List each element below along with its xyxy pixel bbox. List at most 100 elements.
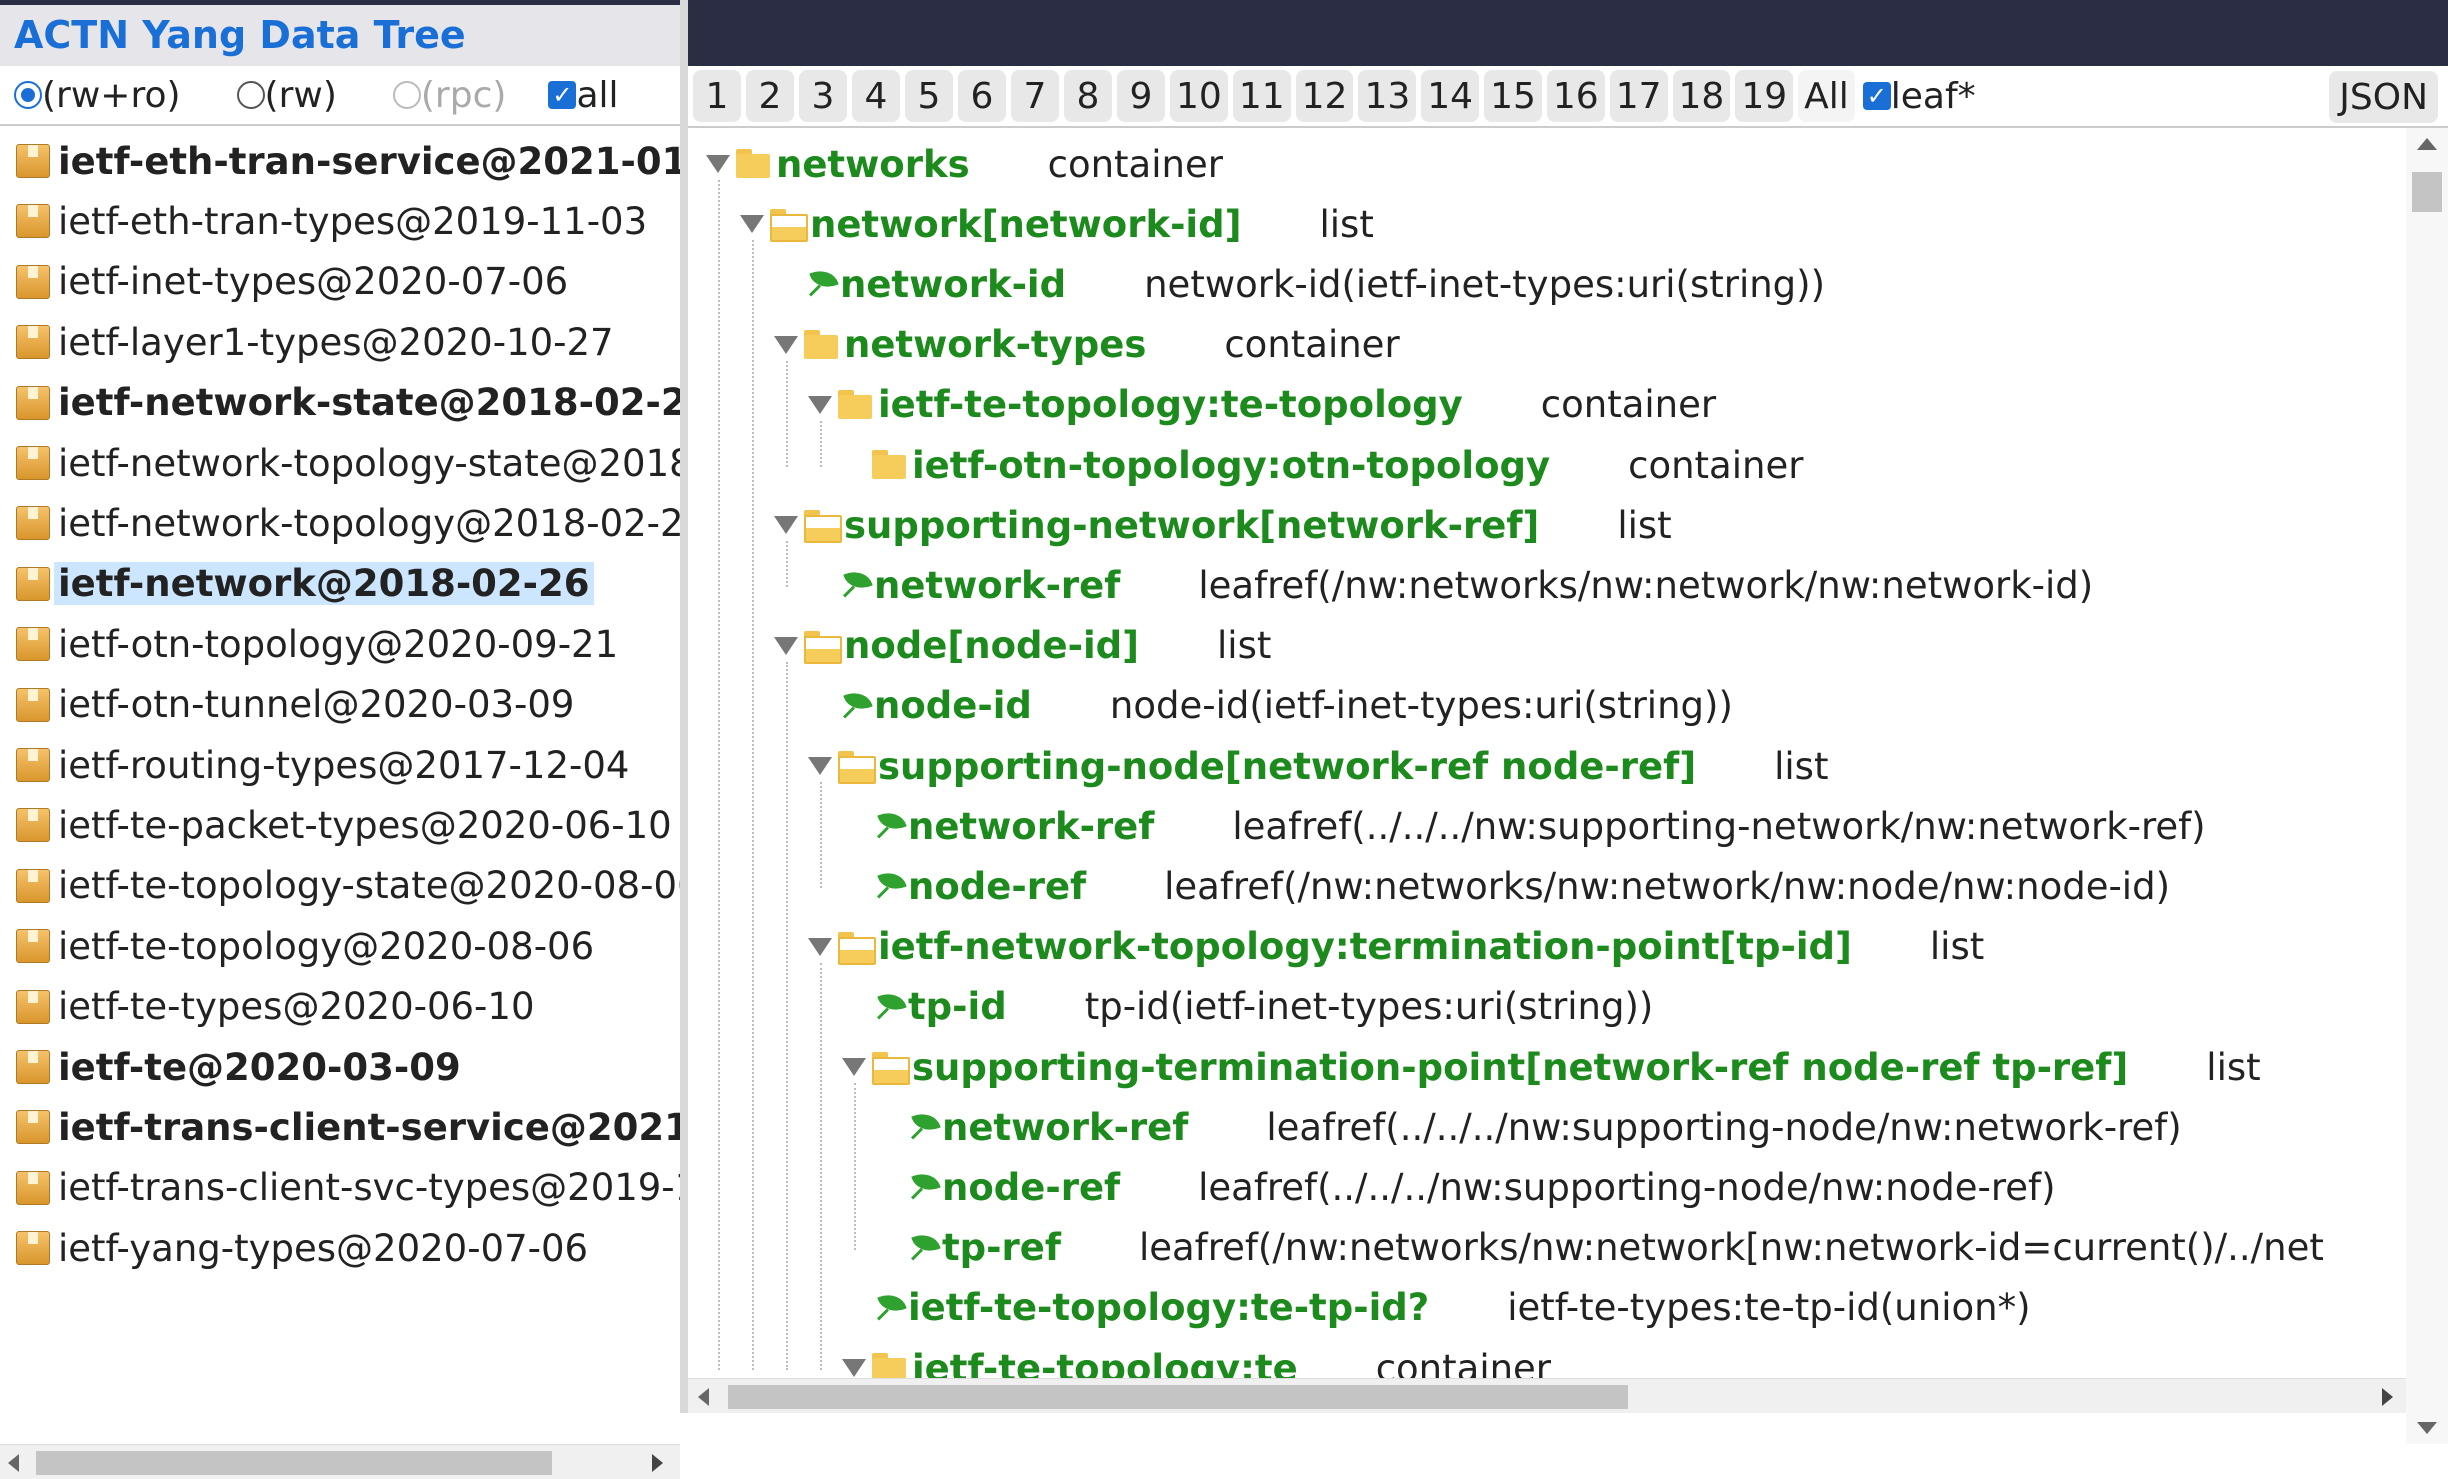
module-item[interactable]: ietf-otn-tunnel@2020-03-09 xyxy=(0,676,680,734)
filter-radio-0[interactable]: (rw+ro) xyxy=(14,75,181,116)
node-type: leafref(/nw:networks/nw:network[nw:netwo… xyxy=(1138,1226,2324,1270)
leaf-filter-checkbox[interactable]: ✓ leaf* xyxy=(1862,76,1976,117)
tree-node[interactable]: ietf-te-topology:te-topology container xyxy=(808,377,1716,433)
scroll-right-arrow-icon[interactable] xyxy=(652,1454,663,1472)
yang-tree: networks container network[network-id] list… xyxy=(688,128,2406,1444)
scroll-up-arrow-icon[interactable] xyxy=(2417,138,2437,150)
scrollbar-thumb[interactable] xyxy=(2412,172,2442,212)
level-button-18[interactable]: 18 xyxy=(1672,70,1731,122)
tree-node[interactable]: networks container xyxy=(706,136,1223,192)
tree-node[interactable]: tp-ref leafref(/nw:networks/nw:network[nw… xyxy=(876,1220,2324,1276)
level-button-15[interactable]: 15 xyxy=(1484,70,1542,122)
expand-triangle-icon[interactable] xyxy=(774,636,798,655)
radio-button[interactable] xyxy=(14,81,42,109)
level-button-13[interactable]: 13 xyxy=(1358,70,1417,122)
radio-button[interactable] xyxy=(236,81,265,109)
checkbox[interactable]: ✓ xyxy=(1862,82,1891,110)
level-button-11[interactable]: 11 xyxy=(1232,70,1291,122)
tree-node[interactable]: network-types container xyxy=(774,317,1400,373)
module-item[interactable]: ietf-layer1-types@2020-10-27 xyxy=(0,313,680,371)
module-item[interactable]: ietf-trans-client-svc-types@2019-11-03 xyxy=(0,1159,680,1217)
package-icon xyxy=(16,627,50,662)
module-item[interactable]: ietf-inet-types@2020-07-06 xyxy=(0,253,680,311)
expand-triangle-icon[interactable] xyxy=(774,516,798,535)
expand-triangle-icon[interactable] xyxy=(706,155,730,173)
level-button-4[interactable]: 4 xyxy=(852,70,900,122)
level-button-all[interactable]: All xyxy=(1798,70,1855,122)
tree-node[interactable]: ietf-te-topology:te-tp-id? ietf-te-types:… xyxy=(842,1280,2031,1336)
tree-horizontal-scrollbar[interactable] xyxy=(688,1378,2406,1413)
level-button-19[interactable]: 19 xyxy=(1735,70,1794,122)
tree-vertical-scrollbar[interactable] xyxy=(2406,128,2448,1444)
level-button-6[interactable]: 6 xyxy=(958,70,1006,122)
level-button-7[interactable]: 7 xyxy=(1011,70,1059,122)
level-button-12[interactable]: 12 xyxy=(1295,70,1354,122)
module-item[interactable]: ietf-otn-topology@2020-09-21 xyxy=(0,615,680,673)
level-button-1[interactable]: 1 xyxy=(693,70,741,122)
tree-node[interactable]: supporting-network[network-ref] list xyxy=(774,497,1672,553)
scroll-left-arrow-icon[interactable] xyxy=(8,1454,19,1472)
module-item[interactable]: ietf-te-packet-types@2020-06-10 xyxy=(0,796,680,854)
expand-triangle-icon[interactable] xyxy=(808,937,832,956)
scrollbar-thumb[interactable] xyxy=(728,1385,1628,1409)
expand-triangle-icon[interactable] xyxy=(808,395,832,414)
expand-triangle-icon[interactable] xyxy=(842,1058,866,1076)
module-item[interactable]: ietf-te@2020-03-09 xyxy=(0,1038,680,1096)
tree-guide-line xyxy=(820,962,822,1370)
node-name: ietf-te-topology:te-topology xyxy=(878,383,1463,427)
scroll-left-arrow-icon[interactable] xyxy=(698,1388,709,1406)
module-item[interactable]: ietf-eth-tran-service@2021-01-11 xyxy=(0,132,680,190)
tree-node[interactable]: node-ref leafref(/nw:networks/nw:network/… xyxy=(842,858,2170,914)
folder-icon xyxy=(872,450,910,480)
level-button-3[interactable]: 3 xyxy=(799,70,847,122)
module-item[interactable]: ietf-te-topology@2020-08-06 xyxy=(0,917,680,975)
module-item[interactable]: ietf-eth-tran-types@2019-11-03 xyxy=(0,192,680,250)
level-button-8[interactable]: 8 xyxy=(1064,70,1112,122)
module-item[interactable]: ietf-yang-types@2020-07-06 xyxy=(0,1219,680,1277)
tree-node[interactable]: node-id node-id(ietf-inet-types:uri(strin… xyxy=(808,678,1733,734)
tree-node[interactable]: supporting-node[network-ref node-ref] lis… xyxy=(808,738,1828,794)
expand-triangle-icon[interactable] xyxy=(774,335,798,354)
expand-triangle-icon[interactable] xyxy=(740,215,764,234)
tree-node[interactable]: ietf-network-topology:termination-point[… xyxy=(808,919,1984,975)
tree-node[interactable]: ietf-otn-topology:otn-topology container xyxy=(842,437,1803,493)
filter-radio-1[interactable]: (rw) xyxy=(236,75,337,116)
level-button-5[interactable]: 5 xyxy=(905,70,953,122)
checkbox[interactable]: ✓ xyxy=(548,81,577,109)
tree-node[interactable]: network-ref leafref(/nw:networks/nw:netwo… xyxy=(808,557,2093,613)
module-item[interactable]: ietf-te-types@2020-06-10 xyxy=(0,978,680,1036)
level-button-17[interactable]: 17 xyxy=(1609,70,1668,122)
scroll-down-arrow-icon[interactable] xyxy=(2417,1422,2437,1434)
module-item[interactable]: ietf-network-topology-state@2018-02-26 xyxy=(0,434,680,492)
tree-node[interactable]: node-ref leafref(../../../nw:supporting-n… xyxy=(876,1159,2056,1215)
module-list-horizontal-scrollbar[interactable] xyxy=(0,1444,680,1479)
module-item[interactable]: ietf-network-topology@2018-02-26 xyxy=(0,494,680,552)
tree-node[interactable]: network-ref leafref(../../../nw:supportin… xyxy=(842,798,2206,854)
level-button-2[interactable]: 2 xyxy=(746,70,794,122)
tree-node[interactable]: supporting-termination-point[network-ref… xyxy=(842,1039,2261,1095)
level-button-16[interactable]: 16 xyxy=(1546,70,1605,122)
panel-splitter[interactable] xyxy=(680,0,688,1413)
scroll-right-arrow-icon[interactable] xyxy=(2382,1388,2393,1406)
expand-triangle-icon[interactable] xyxy=(808,757,832,775)
module-item[interactable]: ietf-routing-types@2017-12-04 xyxy=(0,736,680,794)
tree-node[interactable]: network-ref leafref(../../../nw:supportin… xyxy=(876,1099,2182,1155)
module-item[interactable]: ietf-trans-client-service@2021-01-11 xyxy=(0,1098,680,1156)
module-name: ietf-network-topology-state@2018-02-26 xyxy=(58,441,680,485)
module-item[interactable]: ietf-network@2018-02-26 xyxy=(0,555,680,613)
tree-node[interactable]: tp-id tp-id(ietf-inet-types:uri(string)) xyxy=(842,979,1653,1035)
module-item[interactable]: ietf-te-topology-state@2020-08-06 xyxy=(0,857,680,915)
level-button-14[interactable]: 14 xyxy=(1421,70,1480,122)
tree-node[interactable]: network-id network-id(ietf-inet-types:uri… xyxy=(774,256,1825,312)
tree-node[interactable]: node[node-id] list xyxy=(774,618,1271,674)
node-type: container xyxy=(1628,443,1804,487)
level-button-9[interactable]: 9 xyxy=(1117,70,1165,122)
json-button[interactable]: JSON xyxy=(2329,71,2438,123)
level-button-10[interactable]: 10 xyxy=(1170,70,1228,122)
module-item[interactable]: ietf-network-state@2018-02-26 xyxy=(0,374,680,432)
expand-triangle-icon[interactable] xyxy=(842,1359,866,1377)
scrollbar-thumb[interactable] xyxy=(36,1451,552,1475)
tree-node[interactable]: network[network-id] list xyxy=(740,196,1374,252)
node-type: list xyxy=(1774,744,1829,788)
filter-all-checkbox[interactable]: ✓ all xyxy=(548,75,619,116)
